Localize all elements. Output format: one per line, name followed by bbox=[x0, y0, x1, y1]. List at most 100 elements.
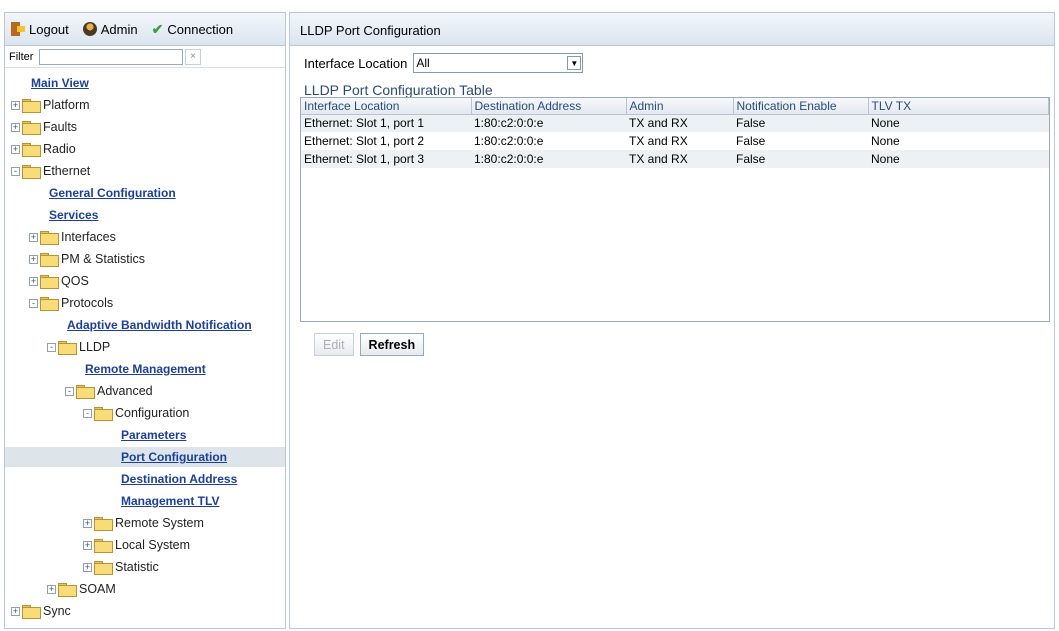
tree-item[interactable]: + Remote System bbox=[83, 513, 204, 533]
refresh-button[interactable]: Refresh bbox=[359, 333, 425, 356]
connection-button[interactable]: ✔ Connection bbox=[152, 21, 234, 38]
expand-icon[interactable]: + bbox=[11, 122, 20, 132]
logout-icon bbox=[11, 22, 25, 36]
tree-item[interactable]: Main View bbox=[31, 73, 89, 93]
navigation-pane: Logout Admin ✔ Connection Filter × Main … bbox=[4, 12, 286, 629]
expand-icon[interactable]: + bbox=[11, 606, 20, 616]
tree-item[interactable]: Management TLV bbox=[121, 491, 219, 511]
column-header[interactable]: TLV TX bbox=[868, 98, 1049, 115]
content-pane: LLDP Port Configuration Interface Locati… bbox=[289, 12, 1055, 629]
table-cell: 1:80:c2:0:0:e bbox=[471, 150, 626, 168]
tree-item[interactable]: + SOAM bbox=[47, 579, 116, 599]
navigation-tree: Main View + Platform + Faults + Radio - Ethernet… bbox=[5, 71, 285, 628]
tree-item[interactable]: Remote Management bbox=[85, 359, 206, 379]
table-cell: False bbox=[736, 134, 766, 148]
admin-button[interactable]: Admin bbox=[82, 22, 138, 37]
tree-item-label: Destination Address bbox=[121, 472, 238, 486]
tree-item[interactable]: General Configuration bbox=[49, 183, 176, 203]
interface-location-label: Interface Location bbox=[304, 55, 408, 71]
interface-location-select[interactable]: All ▼ bbox=[413, 53, 584, 73]
expand-icon[interactable]: + bbox=[29, 232, 38, 242]
tree-item[interactable]: + Local System bbox=[83, 535, 190, 555]
collapse-icon[interactable]: - bbox=[47, 342, 56, 352]
filter-input[interactable] bbox=[39, 48, 183, 65]
folder-icon bbox=[94, 539, 113, 553]
table-cell: 1:80:c2:0:0:e bbox=[474, 134, 544, 148]
tree-item[interactable]: + Interfaces bbox=[29, 227, 116, 247]
collapse-icon[interactable]: - bbox=[11, 166, 20, 176]
logout-button[interactable]: Logout bbox=[11, 22, 69, 37]
tree-item[interactable]: - Ethernet bbox=[11, 161, 90, 181]
tree-item-label: Services bbox=[49, 208, 99, 222]
tree-item[interactable]: - Advanced bbox=[65, 381, 153, 401]
expand-icon[interactable]: + bbox=[83, 562, 92, 572]
table-cell: Ethernet: Slot 1, port 3 bbox=[301, 150, 471, 168]
expand-icon[interactable]: + bbox=[83, 518, 92, 528]
table-header-row: Interface Location Destination Address Adm… bbox=[301, 98, 1049, 115]
tree-item-label: QOS bbox=[61, 274, 89, 288]
column-header[interactable]: Notification Enable bbox=[733, 98, 869, 115]
tree-item-label: Main View bbox=[31, 76, 89, 90]
table-row[interactable]: Ethernet: Slot 1, port 1 1:80:c2:0:0:e TX … bbox=[301, 114, 1049, 132]
column-header[interactable]: Destination Address bbox=[471, 98, 627, 115]
column-header[interactable]: Admin bbox=[626, 98, 734, 115]
folder-icon bbox=[40, 297, 59, 311]
folder-icon bbox=[22, 165, 41, 179]
folder-icon bbox=[58, 583, 77, 597]
tree-item-label: Port Configuration bbox=[121, 450, 227, 464]
table-row[interactable]: Ethernet: Slot 1, port 2 1:80:c2:0:0:e TX … bbox=[301, 132, 1049, 150]
expand-icon[interactable]: + bbox=[29, 276, 38, 286]
table-cell: None bbox=[868, 114, 1049, 132]
admin-icon bbox=[82, 22, 97, 36]
expand-icon[interactable]: + bbox=[47, 584, 56, 594]
tree-item[interactable]: - Protocols bbox=[29, 293, 113, 313]
tree-item[interactable]: + Faults bbox=[11, 117, 77, 137]
tree-item[interactable]: - LLDP bbox=[47, 337, 110, 357]
folder-icon bbox=[40, 253, 59, 267]
filter-row: Filter × bbox=[5, 46, 285, 68]
table-cell: False bbox=[733, 114, 868, 132]
tree-item[interactable]: Destination Address bbox=[121, 469, 237, 489]
folder-icon bbox=[40, 231, 59, 245]
chevron-down-icon[interactable]: ▼ bbox=[567, 56, 582, 70]
tree-item-label: Statistic bbox=[115, 560, 159, 574]
tree-item[interactable]: + Platform bbox=[11, 95, 90, 115]
tree-item[interactable]: + PM & Statistics bbox=[29, 249, 145, 269]
tree-item-label: Adaptive Bandwidth Notification bbox=[67, 318, 252, 332]
collapse-icon[interactable]: - bbox=[65, 386, 74, 396]
collapse-icon[interactable]: - bbox=[29, 298, 38, 308]
tree-item[interactable]: + Radio bbox=[11, 139, 76, 159]
tree-item-label: SOAM bbox=[79, 582, 116, 596]
expand-icon[interactable]: + bbox=[83, 540, 92, 550]
tree-item[interactable]: Adaptive Bandwidth Notification bbox=[67, 315, 252, 335]
column-header[interactable]: Interface Location bbox=[301, 98, 472, 115]
tree-item[interactable]: Parameters bbox=[121, 425, 186, 445]
table-cell: False bbox=[733, 150, 868, 168]
expand-icon[interactable]: + bbox=[29, 254, 38, 264]
clear-filter-button[interactable]: × bbox=[185, 48, 201, 65]
expand-icon[interactable]: + bbox=[11, 144, 20, 154]
table-cell: Ethernet: Slot 1, port 1 bbox=[301, 114, 471, 132]
interface-location-row: Interface Location All ▼ bbox=[304, 53, 584, 73]
table-cell: TX and RX bbox=[629, 134, 688, 148]
tree-item[interactable]: + QOS bbox=[29, 271, 89, 291]
tree-item-label: Radio bbox=[43, 142, 76, 156]
filter-label: Filter bbox=[9, 50, 34, 63]
edit-button[interactable]: Edit bbox=[314, 333, 354, 356]
folder-icon bbox=[94, 517, 113, 531]
table-row[interactable]: Ethernet: Slot 1, port 3 1:80:c2:0:0:e TX … bbox=[301, 150, 1049, 168]
tree-item-label: Faults bbox=[43, 120, 78, 134]
tree-item[interactable]: - Configuration bbox=[83, 403, 189, 423]
tree-item[interactable]: Services bbox=[49, 205, 98, 225]
tree-item[interactable]: Port Configuration bbox=[5, 447, 285, 467]
folder-icon bbox=[40, 275, 59, 289]
tree-item-label: Platform bbox=[43, 98, 90, 112]
tree-item[interactable]: + Sync bbox=[11, 601, 71, 621]
collapse-icon[interactable]: - bbox=[83, 408, 92, 418]
tree-item-label: Parameters bbox=[121, 428, 187, 442]
expand-icon[interactable]: + bbox=[11, 100, 20, 110]
tree-item[interactable]: + Statistic bbox=[83, 557, 159, 577]
checkmark-icon: ✔ bbox=[151, 20, 164, 37]
table-cell: Ethernet: Slot 1, port 2 bbox=[304, 134, 425, 148]
table-cell: None bbox=[871, 134, 900, 148]
